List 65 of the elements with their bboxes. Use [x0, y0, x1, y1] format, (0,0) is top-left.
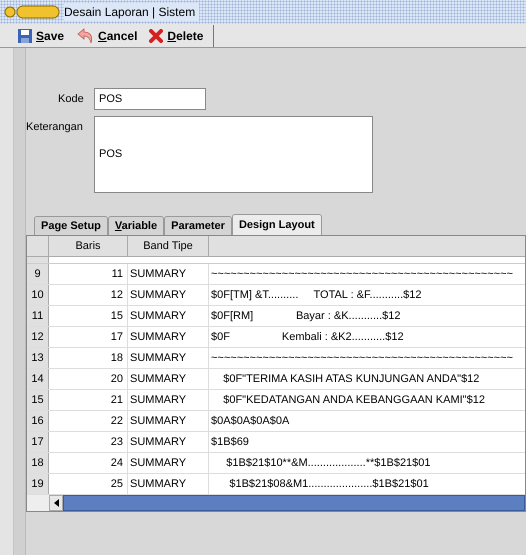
table-cell: 22: [49, 411, 128, 431]
table-cell: SUMMARY: [128, 453, 209, 473]
table-cell-text: $0F"KEDATANGAN ANDA KEBANGGAAN KAMI"$12: [222, 393, 486, 408]
left-arrow-icon: [54, 499, 58, 507]
table-cell-text: $0F"TERIMA KASIH ATAS KUNJUNGAN ANDA"$12: [222, 372, 480, 387]
table-cell: SUMMARY: [128, 264, 209, 284]
table-cell-text: $1B$21$10**&M...................**$1B$21$01: [225, 456, 432, 471]
table-cell-text: $0F Kembali : &K2...........$12: [210, 330, 405, 345]
kode-label: Kode: [57, 92, 85, 107]
tab[interactable]: Design Layout: [232, 214, 322, 235]
table-cell: SUMMARY: [128, 432, 209, 452]
scrollbar-thumb[interactable]: [63, 495, 525, 511]
tab[interactable]: Variable: [108, 216, 164, 235]
bee-logo-icon: [4, 4, 60, 20]
row-number: 11: [27, 306, 49, 326]
table-cell: 24: [49, 453, 128, 473]
table-cell-text: ~~~~~~~~~~~~~~~~~~~~~~~~~~~~~~~~~~~~~~~~~~~~~~~: [210, 351, 514, 366]
table-cell: 15: [49, 306, 128, 326]
column-header[interactable]: Band Tipe: [128, 236, 209, 256]
keterangan-field[interactable]: POS: [94, 116, 373, 193]
table-cell: SUMMARY: [128, 327, 209, 347]
row-number: 19: [27, 474, 49, 494]
row-number: 18: [27, 453, 49, 473]
table-cell: 25: [49, 474, 128, 494]
row-number: 12: [27, 327, 49, 347]
keterangan-label: Keterangan: [26, 120, 84, 135]
table-cell-text: $1B$69: [210, 435, 250, 450]
window-title: Desain Laporan | Sistem: [64, 3, 200, 21]
table-cell: SUMMARY: [128, 474, 209, 494]
table-cell: 17: [49, 327, 128, 347]
table-cell: SUMMARY: [128, 411, 209, 431]
column-header[interactable]: Baris: [49, 236, 128, 256]
table-cell: SUMMARY: [128, 306, 209, 326]
table-cell-text: $0F[TM] &T.......... TOTAL : &F...........$12: [210, 288, 422, 303]
scroll-left-button[interactable]: [49, 495, 63, 511]
row-number: 13: [27, 348, 49, 368]
table-cell: 20: [49, 369, 128, 389]
delete-button[interactable]: Delete: [143, 24, 210, 46]
tab[interactable]: Page Setup: [34, 216, 108, 235]
row-number: 16: [27, 411, 49, 431]
table-cell: 21: [49, 390, 128, 410]
kode-field[interactable]: POS: [94, 88, 206, 110]
cross-icon: [149, 28, 164, 42]
table-cell: SUMMARY: [128, 369, 209, 389]
row-number: 9: [27, 264, 49, 284]
table-cell: 23: [49, 432, 128, 452]
table-cell: 11: [49, 264, 128, 284]
table-cell-text: $0A$0A$0A$0A: [210, 414, 290, 429]
table-cell: 12: [49, 285, 128, 305]
table-cell: SUMMARY: [128, 390, 209, 410]
row-number: 10: [27, 285, 49, 305]
row-number: 14: [27, 369, 49, 389]
table-cell-text: $0F[RM] Bayar : &K...........$12: [210, 309, 402, 324]
undo-arrow-icon: [76, 28, 94, 44]
table-cell-text: $1B$21$08&M1.....................$1B$21$01: [228, 477, 430, 492]
splitter-bar[interactable]: [14, 48, 26, 555]
row-number: 15: [27, 390, 49, 410]
cancel-button[interactable]: Cancel: [70, 24, 144, 46]
table-cell: SUMMARY: [128, 285, 209, 305]
table-cell-text: ~~~~~~~~~~~~~~~~~~~~~~~~~~~~~~~~~~~~~~~~~~~~~~~: [210, 267, 514, 282]
save-button[interactable]: Save: [12, 24, 70, 46]
row-number: 17: [27, 432, 49, 452]
table-cell: 18: [49, 348, 128, 368]
tab[interactable]: Parameter: [164, 216, 232, 235]
table-cell: SUMMARY: [128, 348, 209, 368]
